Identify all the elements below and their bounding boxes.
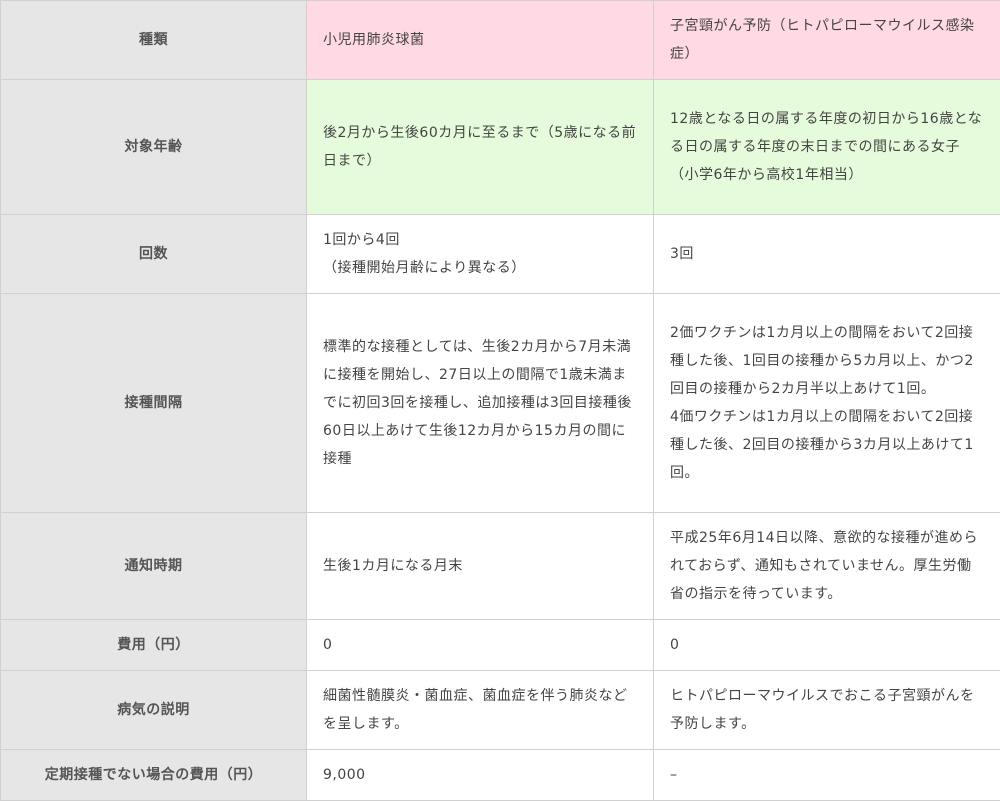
table-cell: 3回	[653, 214, 1000, 294]
row-label: 病気の説明	[0, 670, 307, 750]
row-label: 定期接種でない場合の費用（円）	[0, 749, 307, 801]
table-row-cost: 費用（円） 0 0	[0, 619, 1000, 671]
column-header-hpv: 子宮頸がん予防（ヒトパピローマウイルス感染症）	[653, 0, 1000, 80]
row-label: 接種間隔	[0, 293, 307, 513]
table-cell: 1回から4回 （接種開始月齢により異なる）	[306, 214, 654, 294]
table-cell: 0	[653, 619, 1000, 671]
table-cell: 標準的な接種としては、生後2カ月から7月未満に接種を開始し、27日以上の間隔で1…	[306, 293, 654, 513]
table-cell: 生後1カ月になる月末	[306, 512, 654, 620]
row-label: 通知時期	[0, 512, 307, 620]
row-label: 対象年齢	[0, 79, 307, 215]
table-row-non-routine-cost: 定期接種でない場合の費用（円） 9,000 –	[0, 749, 1000, 801]
table-row-type: 種類 小児用肺炎球菌 子宮頸がん予防（ヒトパピローマウイルス感染症）	[0, 0, 1000, 80]
table-cell: 後2月から生後60カ月に至るまで（5歳になる前日まで）	[306, 79, 654, 215]
table-row-target-age: 対象年齢 後2月から生後60カ月に至るまで（5歳になる前日まで） 12歳となる日…	[0, 79, 1000, 215]
vaccination-table: 種類 小児用肺炎球菌 子宮頸がん予防（ヒトパピローマウイルス感染症） 対象年齢 …	[0, 0, 1000, 801]
table-cell: 9,000	[306, 749, 654, 801]
table-cell: 0	[306, 619, 654, 671]
table-cell: ヒトパピローマウイルスでおこる子宮頸がんを予防します。	[653, 670, 1000, 750]
table-cell: –	[653, 749, 1000, 801]
table-row-disease-description: 病気の説明 細菌性髄膜炎・菌血症、菌血症を伴う肺炎などを呈します。 ヒトパピロー…	[0, 670, 1000, 750]
table-row-interval: 接種間隔 標準的な接種としては、生後2カ月から7月未満に接種を開始し、27日以上…	[0, 293, 1000, 513]
table-cell: 平成25年6月14日以降、意欲的な接種が進められておらず、通知もされていません。…	[653, 512, 1000, 620]
row-label: 種類	[0, 0, 307, 80]
row-label: 回数	[0, 214, 307, 294]
table-row-notice-timing: 通知時期 生後1カ月になる月末 平成25年6月14日以降、意欲的な接種が進められ…	[0, 512, 1000, 620]
column-header-pneumococcal: 小児用肺炎球菌	[306, 0, 654, 80]
table-cell: 2価ワクチンは1カ月以上の間隔をおいて2回接種した後、1回目の接種から5カ月以上…	[653, 293, 1000, 513]
table-cell: 細菌性髄膜炎・菌血症、菌血症を伴う肺炎などを呈します。	[306, 670, 654, 750]
table-cell: 12歳となる日の属する年度の初日から16歳となる日の属する年度の末日までの間にあ…	[653, 79, 1000, 215]
table-row-doses: 回数 1回から4回 （接種開始月齢により異なる） 3回	[0, 214, 1000, 294]
row-label: 費用（円）	[0, 619, 307, 671]
